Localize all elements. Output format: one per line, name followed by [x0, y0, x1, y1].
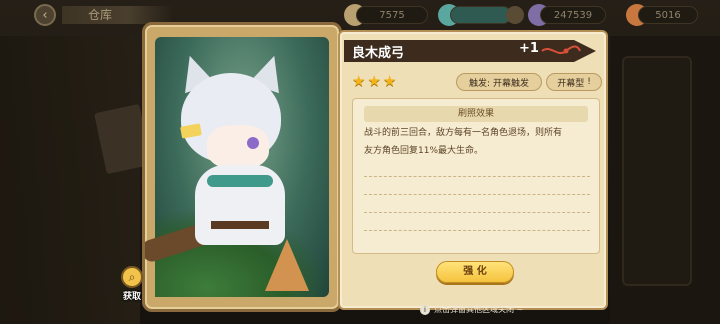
effect-description: 战斗的前三回合，敌方每有一名角色退场，则所有 友方角色回复11%最大生命。: [364, 124, 592, 160]
upgrade-button[interactable]: 强 化: [436, 261, 514, 283]
hint-icon: i: [420, 304, 430, 315]
fox-companion: [265, 239, 309, 291]
star-icon: ★: [382, 72, 397, 90]
effect-line: 战斗的前三回合，敌方每有一名角色退场，则所有: [364, 128, 563, 138]
ruled-line: [364, 230, 590, 231]
back-arrow-icon[interactable]: ‹: [34, 4, 56, 26]
ruled-line: [364, 194, 590, 195]
acquire-label: 获取: [122, 292, 141, 302]
type-tag[interactable]: 开幕型 !: [546, 73, 602, 91]
card-level: +1: [519, 41, 539, 56]
rarity-stars: ★ ★ ★: [352, 73, 396, 89]
close-hint: i 点击弹窗其他区域关闭 ~: [420, 304, 523, 315]
character-eye: [247, 137, 259, 149]
currency-4: 5016: [638, 6, 698, 24]
acquire-button[interactable]: ⌕ 获取: [118, 266, 146, 302]
trigger-tag: 触发: 开幕触发: [456, 73, 542, 91]
ruled-line: [364, 212, 590, 213]
banner-ornament-icon: [541, 45, 581, 54]
star-icon: ★: [367, 72, 381, 90]
close-hint-text: 点击弹窗其他区域关闭 ~: [434, 305, 524, 314]
effect-title: 刷照效果: [364, 106, 588, 122]
page-title: 仓库: [88, 8, 113, 22]
add-gem-icon[interactable]: [506, 6, 524, 24]
currency-1: 7575: [356, 6, 428, 24]
currency-3: 247539: [540, 6, 606, 24]
info-icon: !: [587, 77, 591, 87]
star-icon: ★: [352, 72, 366, 90]
type-tag-label: 开幕型: [557, 78, 585, 89]
magnifier-icon: ⌕: [121, 266, 143, 288]
character-belt: [211, 221, 269, 229]
card-frame[interactable]: [142, 22, 342, 312]
top-bar: ‹ 仓库 7575 247539 5016: [0, 0, 720, 30]
ruled-line: [364, 176, 590, 177]
effect-line: 友方角色回复11%最大生命。: [364, 146, 484, 156]
card-name: 良木成弓: [352, 46, 405, 61]
character-face: [207, 125, 269, 169]
character-scarf: [207, 175, 273, 187]
currency-2: [450, 6, 512, 24]
